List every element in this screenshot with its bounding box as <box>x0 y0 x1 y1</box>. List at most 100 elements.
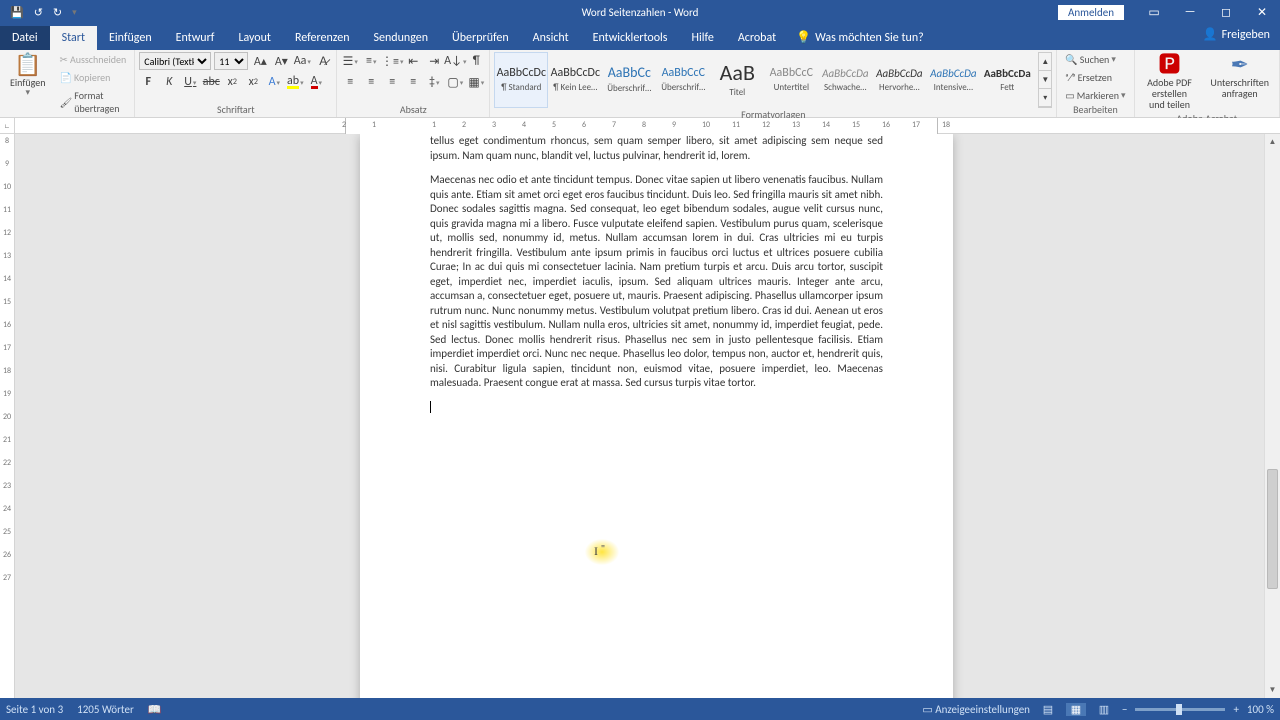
scroll-thumb[interactable] <box>1267 469 1278 589</box>
subscript-button[interactable]: x2 <box>223 73 241 91</box>
style-item[interactable]: AaBTitel <box>710 52 764 108</box>
chevron-up-icon[interactable]: ▲ <box>1039 53 1051 71</box>
copy-button[interactable]: 📄Kopieren <box>56 70 131 85</box>
style-item[interactable]: AaBbCcCÜberschrif… <box>656 52 710 108</box>
save-icon[interactable]: 💾 <box>10 6 24 19</box>
style-item[interactable]: AaBbCcDc¶ Kein Lee… <box>548 52 602 108</box>
page-status[interactable]: Seite 1 von 3 <box>6 703 63 716</box>
strikethrough-button[interactable]: abc <box>202 73 220 91</box>
page[interactable]: tellus eget condimentum rhoncus, sem qua… <box>360 134 953 698</box>
tab-insert[interactable]: Einfügen <box>97 26 164 50</box>
tab-design[interactable]: Entwurf <box>164 26 227 50</box>
sort-icon[interactable]: A↓ <box>446 52 464 70</box>
ruler-horizontal[interactable]: ∟ 21123456789101112131415161718 <box>0 118 1280 134</box>
underline-button[interactable]: U <box>181 73 199 91</box>
print-layout-icon[interactable]: ▦ <box>1066 703 1086 716</box>
redo-icon[interactable]: ↻ <box>53 6 62 19</box>
shading-icon[interactable]: ▢ <box>446 73 464 91</box>
create-pdf-button[interactable]: 🅿 Adobe PDFerstellen und teilen <box>1139 52 1201 112</box>
zoom-in-icon[interactable]: + <box>1233 703 1238 716</box>
outdent-icon[interactable]: ⇤ <box>404 52 422 70</box>
login-button[interactable]: Anmelden <box>1058 5 1124 20</box>
replace-button[interactable]: ᵃ⁄ᵇErsetzen <box>1061 70 1129 85</box>
styles-gallery[interactable]: AaBbCcDc¶ StandardAaBbCcDc¶ Kein Lee…AaB… <box>494 52 1034 108</box>
grow-font-icon[interactable]: A▴ <box>251 52 269 70</box>
bold-button[interactable]: F <box>139 73 157 91</box>
line-spacing-icon[interactable]: ‡ <box>425 73 443 91</box>
zoom-handle[interactable] <box>1176 704 1182 715</box>
font-color-icon[interactable]: A <box>307 73 325 91</box>
paragraph[interactable]: tellus eget condimentum rhoncus, sem qua… <box>430 134 883 163</box>
font-size-select[interactable]: 11 <box>214 52 248 70</box>
qat-customize-icon[interactable]: ▾ <box>72 7 77 18</box>
change-case-icon[interactable]: Aa <box>293 52 311 70</box>
font-name-select[interactable]: Calibri (Textkörper) <box>139 52 211 70</box>
borders-icon[interactable]: ▦ <box>467 73 485 91</box>
align-center-icon[interactable]: ≡ <box>362 73 380 91</box>
style-item[interactable]: AaBbCcDc¶ Standard <box>494 52 548 108</box>
tell-me[interactable]: 💡 Was möchten Sie tun? <box>788 25 932 50</box>
highlight-color-icon[interactable]: ab <box>286 73 304 91</box>
find-button[interactable]: 🔍Suchen▾ <box>1061 52 1129 67</box>
style-item[interactable]: AaBbCcCUntertitel <box>764 52 818 108</box>
tab-view[interactable]: Ansicht <box>521 26 581 50</box>
scroll-down-icon[interactable]: ▼ <box>1265 682 1280 698</box>
tab-mailings[interactable]: Sendungen <box>362 26 441 50</box>
clear-format-icon[interactable]: A̷ <box>314 52 332 70</box>
shrink-font-icon[interactable]: A▾ <box>272 52 290 70</box>
zoom-slider[interactable] <box>1135 708 1225 711</box>
scrollbar-vertical[interactable]: ▲ ▼ <box>1264 134 1280 698</box>
minimize-icon[interactable]: — <box>1172 5 1208 19</box>
tab-layout[interactable]: Layout <box>226 26 283 50</box>
multilevel-icon[interactable]: ⋮≡ <box>383 52 401 70</box>
format-painter-button[interactable]: 🖌Format übertragen <box>56 88 131 116</box>
tab-help[interactable]: Hilfe <box>679 26 725 50</box>
cut-button[interactable]: ✂Ausschneiden <box>56 52 131 67</box>
indent-icon[interactable]: ⇥ <box>425 52 443 70</box>
bullets-icon[interactable]: ☰ <box>341 52 359 70</box>
proofing-icon[interactable]: 📖 <box>148 703 162 716</box>
paragraph[interactable]: Maecenas nec odio et ante tincidunt temp… <box>430 173 883 391</box>
scroll-up-icon[interactable]: ▲ <box>1265 134 1280 150</box>
zoom-level[interactable]: 100 % <box>1247 703 1274 716</box>
ruler-vertical[interactable]: 89101112131415161718192021222324252627 <box>0 134 15 698</box>
word-count[interactable]: 1205 Wörter <box>77 703 134 716</box>
chevron-down-icon[interactable]: ▼ <box>1039 71 1051 89</box>
style-item[interactable]: AaBbCcDaFett <box>980 52 1034 108</box>
show-marks-icon[interactable]: ¶ <box>467 52 485 70</box>
display-settings[interactable]: ▭ Anzeigeeinstellungen <box>922 703 1030 716</box>
text-effects-icon[interactable]: A <box>265 73 283 91</box>
style-item[interactable]: AaBbCcDaHervorhe… <box>872 52 926 108</box>
maximize-icon[interactable]: ◻ <box>1208 5 1244 20</box>
tab-developer[interactable]: Entwicklertools <box>581 26 680 50</box>
request-signatures-button[interactable]: ✒ Unterschriftenanfragen <box>1204 52 1275 101</box>
select-button[interactable]: ▭Markieren▾ <box>1061 88 1129 103</box>
tab-review[interactable]: Überprüfen <box>440 26 521 50</box>
tab-selector-icon[interactable]: ∟ <box>0 118 15 134</box>
paste-button[interactable]: 📋 Einfügen ▾ <box>4 52 52 100</box>
style-item[interactable]: AaBbCcDaSchwache… <box>818 52 872 108</box>
superscript-button[interactable]: x2 <box>244 73 262 91</box>
ribbon-options-icon[interactable]: ▭ <box>1136 5 1172 20</box>
read-mode-icon[interactable]: ▤ <box>1038 703 1058 716</box>
styles-scroll[interactable]: ▲ ▼ ▾ <box>1038 52 1052 108</box>
undo-icon[interactable]: ↺ <box>34 6 43 19</box>
zoom-out-icon[interactable]: − <box>1122 703 1127 716</box>
styles-expand-icon[interactable]: ▾ <box>1039 89 1051 107</box>
style-item[interactable]: AaBbCcÜberschrif… <box>602 52 656 108</box>
paragraph[interactable] <box>430 401 883 418</box>
align-left-icon[interactable]: ≡ <box>341 73 359 91</box>
tab-start[interactable]: Start <box>50 26 97 50</box>
style-item[interactable]: AaBbCcDaIntensive… <box>926 52 980 108</box>
tab-acrobat[interactable]: Acrobat <box>726 26 788 50</box>
close-icon[interactable]: ✕ <box>1244 5 1280 20</box>
tab-file[interactable]: Datei <box>0 26 50 50</box>
share-button[interactable]: 👤 Freigeben <box>1203 27 1270 42</box>
justify-icon[interactable]: ≡ <box>404 73 422 91</box>
numbering-icon[interactable]: ≡ <box>362 52 380 70</box>
web-layout-icon[interactable]: ▥ <box>1094 703 1114 716</box>
tab-references[interactable]: Referenzen <box>283 26 362 50</box>
align-right-icon[interactable]: ≡ <box>383 73 401 91</box>
document-canvas[interactable]: tellus eget condimentum rhoncus, sem qua… <box>15 134 1280 698</box>
italic-button[interactable]: K <box>160 73 178 91</box>
